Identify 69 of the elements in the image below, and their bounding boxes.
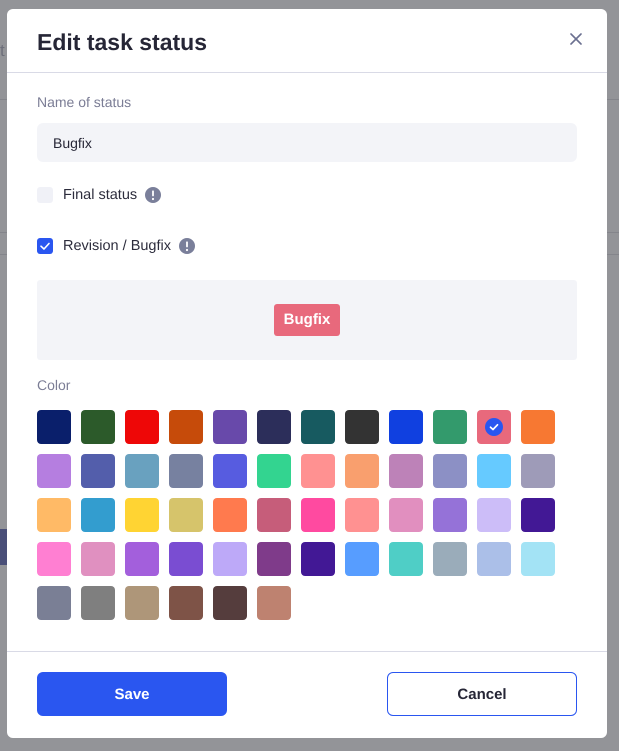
color-swatch[interactable] — [477, 542, 511, 576]
color-swatch[interactable] — [301, 498, 335, 532]
color-swatch[interactable] — [257, 410, 291, 444]
color-swatch[interactable] — [37, 586, 71, 620]
color-swatch[interactable] — [125, 586, 159, 620]
check-icon — [485, 418, 503, 436]
color-swatch[interactable] — [389, 498, 423, 532]
color-swatch[interactable] — [169, 454, 203, 488]
color-swatch[interactable] — [81, 410, 115, 444]
color-swatch[interactable] — [521, 454, 555, 488]
color-swatch[interactable] — [257, 454, 291, 488]
color-swatch[interactable] — [345, 454, 379, 488]
color-swatch[interactable] — [477, 410, 511, 444]
color-swatch[interactable] — [81, 586, 115, 620]
color-swatch[interactable] — [521, 498, 555, 532]
color-swatch[interactable] — [433, 454, 467, 488]
color-label: Color — [37, 377, 70, 393]
color-swatch[interactable] — [169, 542, 203, 576]
color-swatch[interactable] — [301, 454, 335, 488]
checkbox-label[interactable]: Final status — [63, 186, 138, 204]
color-swatch[interactable] — [37, 498, 71, 532]
close-icon[interactable] — [570, 32, 582, 44]
color-swatch[interactable] — [301, 542, 335, 576]
dialog-title: Edit task status — [37, 28, 207, 56]
color-swatch[interactable] — [477, 498, 511, 532]
color-swatch[interactable] — [521, 410, 555, 444]
color-swatch[interactable] — [125, 410, 159, 444]
color-swatch[interactable] — [433, 410, 467, 444]
color-swatch[interactable] — [257, 542, 291, 576]
color-swatch[interactable] — [213, 454, 247, 488]
color-swatch[interactable] — [389, 410, 423, 444]
color-swatch[interactable] — [37, 454, 71, 488]
color-swatch[interactable] — [213, 498, 247, 532]
exclamation-icon[interactable] — [145, 187, 162, 203]
color-swatch[interactable] — [37, 542, 71, 576]
color-swatch[interactable] — [477, 454, 511, 488]
color-swatch[interactable] — [521, 542, 555, 576]
color-swatch[interactable] — [257, 498, 291, 532]
color-swatch[interactable] — [345, 410, 379, 444]
color-swatch[interactable] — [125, 542, 159, 576]
color-swatch[interactable] — [345, 542, 379, 576]
color-swatch[interactable] — [213, 410, 247, 444]
color-swatch[interactable] — [257, 586, 291, 620]
color-swatch[interactable] — [81, 454, 115, 488]
color-swatch[interactable] — [433, 498, 467, 532]
status-badge: Bugfix — [274, 304, 340, 336]
cancel-button[interactable]: Cancel — [387, 672, 577, 716]
color-swatch[interactable] — [213, 586, 247, 620]
color-swatch[interactable] — [81, 498, 115, 532]
color-swatch[interactable] — [301, 410, 335, 444]
color-swatch[interactable] — [345, 498, 379, 532]
color-swatch[interactable] — [169, 498, 203, 532]
name-input[interactable]: Bugfix — [37, 123, 577, 162]
color-swatch[interactable] — [125, 454, 159, 488]
color-swatch[interactable] — [389, 542, 423, 576]
checkbox-label[interactable]: Revision / Bugfix — [63, 238, 171, 254]
checkbox[interactable] — [37, 238, 53, 254]
color-swatch[interactable] — [389, 454, 423, 488]
color-swatch[interactable] — [213, 542, 247, 576]
background-tile — [0, 529, 7, 565]
field-label: Name of status — [37, 94, 132, 110]
exclamation-icon[interactable] — [179, 238, 195, 254]
color-swatch[interactable] — [81, 542, 115, 576]
color-swatch[interactable] — [125, 498, 159, 532]
color-swatch[interactable] — [169, 410, 203, 444]
save-button[interactable]: Save — [37, 672, 227, 716]
color-swatch[interactable] — [433, 542, 467, 576]
color-swatch[interactable] — [169, 586, 203, 620]
color-swatch[interactable] — [37, 410, 71, 444]
